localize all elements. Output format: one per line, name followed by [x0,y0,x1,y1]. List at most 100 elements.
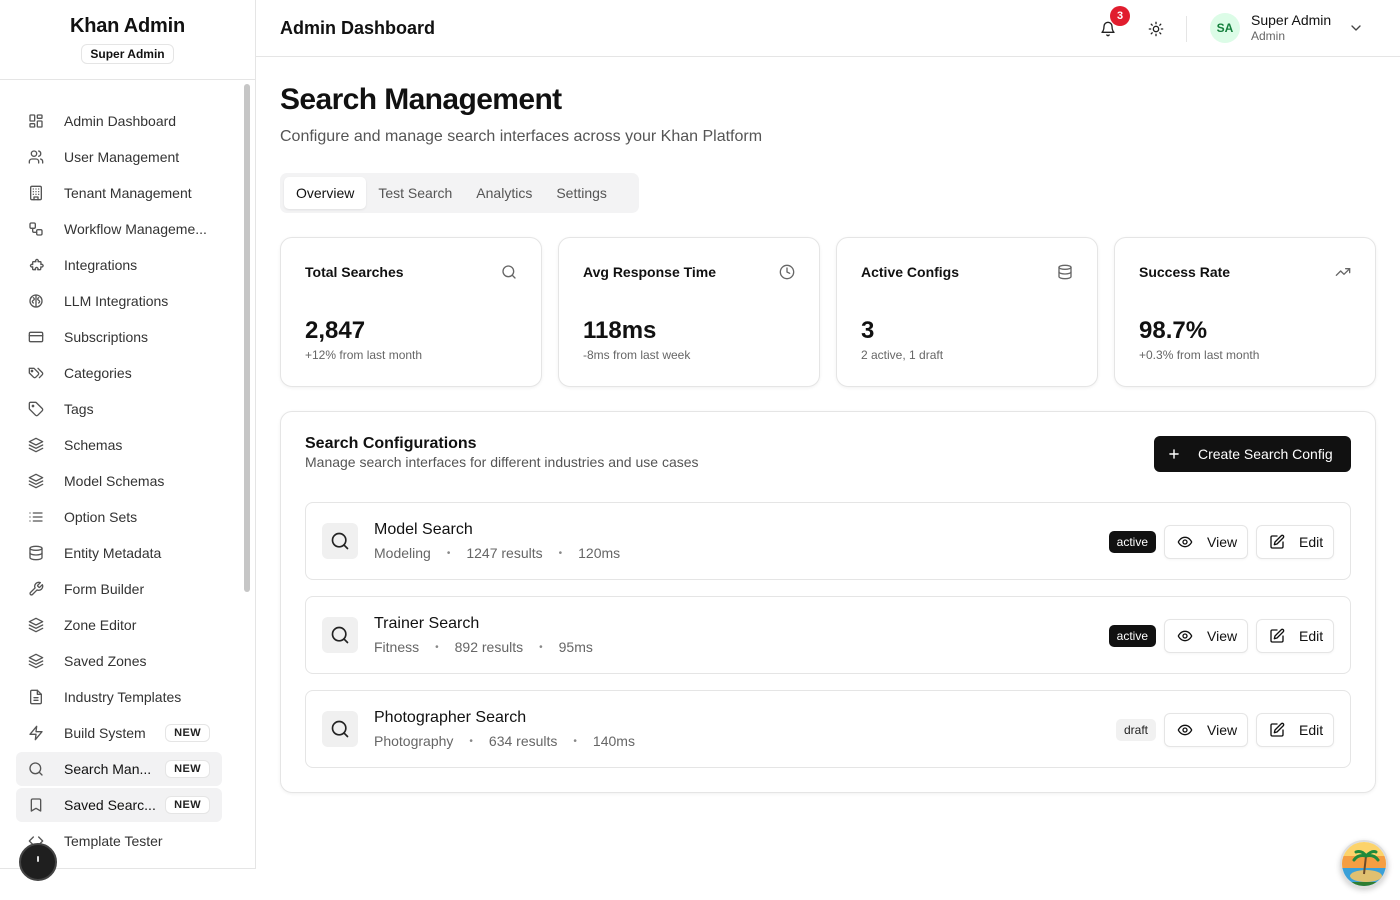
config-results: 634 results [488,733,558,749]
search-config-row: Trainer Search Fitness • 892 results • 95ms ac… [305,596,1351,674]
dashboard-icon [28,113,44,129]
sidebar-item-label: Admin Dashboard [64,113,177,129]
config-name: Model Search [374,521,473,538]
sidebar-item-integrations[interactable]: Integrations [16,248,222,282]
search-config-row: Model Search Modeling • 1247 results • 120ms a… [305,502,1351,580]
config-results: 892 results [454,639,524,655]
section-title: Search Configurations [305,435,477,452]
search-icon [322,711,358,747]
sidebar-item-workflow-manageme[interactable]: Workflow Manageme... [16,212,222,246]
sidebar-item-label: Search Man... [64,761,152,777]
sidebar-item-option-sets[interactable]: Option Sets [16,500,222,534]
sidebar-item-label: Tenant Management [64,185,192,201]
theme-toggle-button[interactable] [1142,16,1170,42]
page-subtitle: Configure and manage search interfaces a… [280,128,763,145]
user-name[interactable]: Super Admin [1251,12,1331,28]
sidebar-item-build-system[interactable]: Build System NEW [16,716,222,750]
sidebar-item-user-management[interactable]: User Management [16,140,222,174]
separator-dot: • [539,641,543,653]
sidebar-item-label: User Management [64,149,180,165]
sidebar-item-label: Option Sets [64,509,138,525]
sidebar-scrollbar[interactable] [242,82,252,866]
edit-button[interactable]: Edit [1256,619,1334,653]
status-badge: active [1108,531,1156,553]
sidebar-item-label: Build System [64,725,146,741]
role-badge: Super Admin [81,44,174,64]
sidebar-item-label: Entity Metadata [64,545,162,561]
config-meta: Fitness • 892 results • 95ms [374,639,593,655]
config-industry: Photography [374,733,454,749]
tab-analytics[interactable]: Analytics [464,177,544,209]
tab-settings[interactable]: Settings [544,177,619,209]
sidebar-item-llm-integrations[interactable]: LLM Integrations [16,284,222,318]
brand: Khan Admin Super Admin [0,0,255,80]
view-button[interactable]: View [1164,713,1248,747]
sidebar-item-categories[interactable]: Categories [16,356,222,390]
sidebar-item-admin-dashboard[interactable]: Admin Dashboard [16,104,222,138]
edit-button-label: Edit [1299,722,1324,738]
config-response-time: 140ms [592,733,635,749]
config-results: 1247 results [466,545,543,561]
create-button-label: Create Search Config [1198,446,1333,462]
sidebar-item-tenant-management[interactable]: Tenant Management [16,176,222,210]
edit-button[interactable]: Edit [1256,525,1334,559]
file-icon [28,689,44,705]
sidebar-item-label: Categories [64,365,132,381]
brand-title: Khan Admin [69,15,186,37]
users-icon [28,149,44,165]
tab-overview[interactable]: Overview [284,177,367,209]
new-badge: NEW [165,724,210,742]
sidebar: Khan Admin Super Admin Admin Dashboard Us… [0,0,256,900]
stat-card-active-configs: Active Configs 3 2 active, 1 draft [836,237,1098,387]
stat-change: -8ms from last week [583,348,691,362]
status-badge: active [1108,625,1156,647]
edit-button-label: Edit [1299,534,1324,550]
config-name: Photographer Search [374,709,527,726]
sidebar-item-form-builder[interactable]: Form Builder [16,572,222,606]
sidebar-item-schemas[interactable]: Schemas [16,428,222,462]
stat-value: 98.7% [1139,317,1208,344]
stat-value: 118ms [583,317,657,344]
eye-icon [1177,722,1193,738]
sidebar-item-tags[interactable]: Tags [16,392,222,426]
sidebar-item-saved-zones[interactable]: Saved Zones [16,644,222,678]
separator-dot: • [435,641,439,653]
sidebar-item-label: Schemas [64,437,123,453]
avatar[interactable]: SA [1210,13,1240,43]
create-search-config-button[interactable]: Create Search Config [1154,436,1351,472]
sidebar-item-subscriptions[interactable]: Subscriptions [16,320,222,354]
user-role: Admin [1251,29,1286,43]
view-button[interactable]: View [1164,525,1248,559]
eye-icon [1177,628,1193,644]
list-icon [28,509,44,525]
sidebar-item-entity-metadata[interactable]: Entity Metadata [16,536,222,570]
chevron-down-icon[interactable] [1348,20,1364,36]
stat-change: 2 active, 1 draft [861,348,944,362]
stat-label: Avg Response Time [583,264,717,280]
edit-icon [1269,722,1285,738]
view-button[interactable]: View [1164,619,1248,653]
search-icon [322,523,358,559]
tab-test-search[interactable]: Test Search [366,177,464,209]
search-icon [322,617,358,653]
workflow-icon [28,221,44,237]
floating-action-button[interactable] [19,843,57,881]
credit-card-icon [28,329,44,345]
search-icon [28,761,44,777]
wrench-icon [28,581,44,597]
separator-dot: • [446,547,451,559]
sidebar-item-label: Form Builder [64,581,145,597]
sidebar-item-industry-templates[interactable]: Industry Templates [16,680,222,714]
sidebar-item-search-man[interactable]: Search Man... NEW [16,752,222,786]
notification-count-badge: 3 [1110,6,1130,26]
layers-icon [28,437,44,453]
app-logo-badge[interactable] [1340,840,1388,888]
separator-dot: • [558,547,563,559]
config-response-time: 95ms [558,639,593,655]
edit-button[interactable]: Edit [1256,713,1334,747]
sidebar-item-saved-searc[interactable]: Saved Searc... NEW [16,788,222,822]
sidebar-item-model-schemas[interactable]: Model Schemas [16,464,222,498]
sidebar-item-label: Model Schemas [64,473,165,489]
sidebar-scrollbar-thumb[interactable] [244,84,250,592]
sidebar-item-zone-editor[interactable]: Zone Editor [16,608,222,642]
